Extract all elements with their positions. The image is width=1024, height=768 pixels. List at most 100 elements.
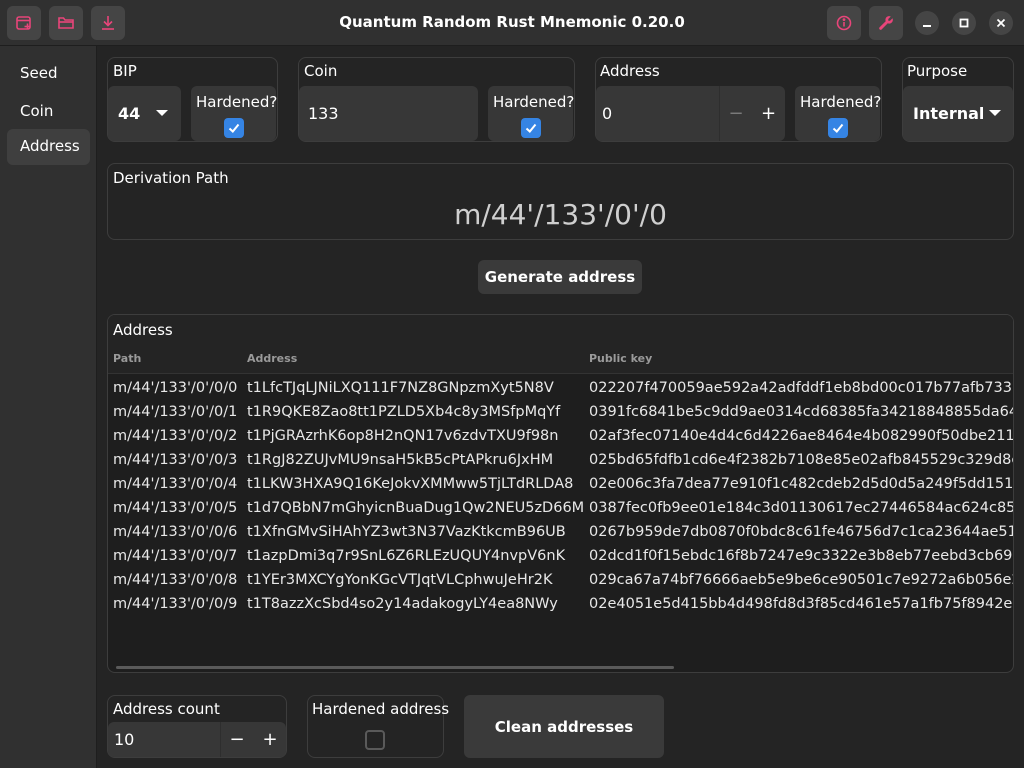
minimize-button[interactable]: [915, 11, 939, 35]
cell-address: t1d7QBbN7mGhyicnBuaDug1Qw2NEU5zD66M: [247, 500, 585, 516]
bip-hardened-checkbox[interactable]: [224, 118, 244, 138]
cell-address: t1azpDmi3q7r9SnL6Z6RLEzUQUY4nvpV6nK: [247, 548, 566, 564]
generate-address-button[interactable]: Generate address: [478, 260, 642, 294]
open-button[interactable]: [49, 6, 83, 40]
coin-value: 133: [308, 104, 339, 123]
cell-path: m/44'/133'/0'/0/0: [113, 380, 238, 396]
table-row[interactable]: m/44'/133'/0'/0/3 t1RgJ82ZUJvMU9nsaH5kB5c…: [108, 449, 1013, 473]
address-table: Address Path Address Public key m/44'/13…: [107, 314, 1014, 673]
table-row[interactable]: m/44'/133'/0'/0/7 t1azpDmi3q7r9SnL6Z6RLEz…: [108, 545, 1013, 569]
about-button[interactable]: [827, 6, 861, 40]
cell-path: m/44'/133'/0'/0/7: [113, 548, 238, 564]
cell-public-key: 025bd65fdfb1cd6e4f2382b7108e85e02afb8455…: [589, 452, 1014, 468]
new-wallet-button[interactable]: [7, 6, 41, 40]
table-title: Address: [113, 321, 173, 339]
table-row[interactable]: m/44'/133'/0'/0/0 t1LfcTJqLJNiLXQ111F7NZ8…: [108, 377, 1013, 401]
hardened-address-label: Hardened address: [312, 700, 450, 718]
cell-path: m/44'/133'/0'/0/1: [113, 404, 238, 420]
hardened-label: Hardened?: [493, 93, 575, 111]
cell-public-key: 02af3fec07140e4d4c6d4226ae8464e4b082990f…: [589, 428, 1014, 444]
table-row[interactable]: m/44'/133'/0'/0/5 t1d7QBbN7mGhyicnBuaDug1…: [108, 497, 1013, 521]
sidebar-item-address[interactable]: Address: [7, 129, 90, 165]
table-row[interactable]: m/44'/133'/0'/0/1 t1R9QKE8Zao8tt1PZLD5Xb4…: [108, 401, 1013, 425]
cell-address: t1T8azzXcSbd4so2y14adakogyLY4ea8NWy: [247, 596, 558, 612]
coin-input[interactable]: 133: [299, 86, 478, 141]
table-row[interactable]: m/44'/133'/0'/0/4 t1LKW3HXA9Q16KeJokvXMMw…: [108, 473, 1013, 497]
column-header-address[interactable]: Address: [247, 352, 297, 365]
cell-public-key: 029ca67a74bf76666aeb5e9be6ce90501c7e9272…: [589, 572, 1014, 588]
table-row[interactable]: m/44'/133'/0'/0/6 t1XfnGMvSiHAhYZ3wt3N37V…: [108, 521, 1013, 545]
cell-address: t1LfcTJqLJNiLXQ111F7NZ8GNpzmXyt5N8V: [247, 380, 554, 396]
address-decrement-button[interactable]: −: [720, 86, 752, 141]
address-hardened-checkbox[interactable]: [828, 118, 848, 138]
minimize-icon: [923, 25, 931, 27]
cell-path: m/44'/133'/0'/0/8: [113, 572, 238, 588]
sidebar-item-label: Address: [20, 137, 80, 155]
cell-path: m/44'/133'/0'/0/9: [113, 596, 238, 612]
wrench-icon: [879, 16, 893, 30]
hardened-label: Hardened?: [196, 93, 278, 111]
table-row[interactable]: m/44'/133'/0'/0/8 t1YEr3MXCYgYonKGcVTJqtV…: [108, 569, 1013, 593]
check-icon: [832, 123, 844, 133]
save-button[interactable]: [91, 6, 125, 40]
address-count-decrement-button[interactable]: −: [221, 722, 253, 757]
chevron-down-icon: [156, 110, 168, 116]
address-index-value: 0: [602, 104, 613, 123]
app-window: Quantum Random Rust Mnemonic 0.20.0 Seed…: [0, 0, 1024, 768]
bip-label: BIP: [113, 62, 137, 80]
sidebar-item-coin[interactable]: Coin: [7, 94, 90, 130]
column-header-path[interactable]: Path: [113, 352, 141, 365]
maximize-icon: [959, 18, 969, 28]
chevron-down-icon: [989, 110, 1001, 116]
close-button[interactable]: [989, 11, 1013, 35]
cell-path: m/44'/133'/0'/0/4: [113, 476, 238, 492]
cell-public-key: 022207f470059ae592a42adfddf1eb8bd00c017b…: [589, 380, 1014, 396]
sidebar-item-label: Seed: [20, 64, 58, 82]
sidebar-item-label: Coin: [20, 102, 54, 120]
table-frame-header: [108, 315, 1013, 343]
purpose-label: Purpose: [907, 62, 968, 80]
clean-addresses-button[interactable]: Clean addresses: [464, 695, 664, 758]
cell-address: t1YEr3MXCYgYonKGcVTJqtVLCphwuJeHr2K: [247, 572, 553, 588]
address-count-value: 10: [114, 730, 135, 749]
cell-address: t1RgJ82ZUJvMU9nsaH5kB5cPtAPkru6JxHM: [247, 452, 554, 468]
purpose-dropdown[interactable]: Internal: [903, 86, 1013, 141]
cell-public-key: 02dcd1f0f15ebdc16f8b7247e9c3322e3b8eb77e…: [589, 548, 1014, 564]
sidebar: Seed Coin Address: [0, 46, 97, 768]
cell-address: t1PjGRAzrhK6op8H2nQN17v6zdvTXU9f98n: [247, 428, 559, 444]
new-wallet-icon: [16, 16, 31, 30]
maximize-button[interactable]: [952, 11, 976, 35]
table-row[interactable]: m/44'/133'/0'/0/2 t1PjGRAzrhK6op8H2nQN17v…: [108, 425, 1013, 449]
cell-path: m/44'/133'/0'/0/6: [113, 524, 238, 540]
cell-path: m/44'/133'/0'/0/5: [113, 500, 238, 516]
bip-dropdown[interactable]: 44: [108, 86, 181, 141]
check-icon: [228, 123, 240, 133]
cell-public-key: 02e4051e5d415bb4d498fd8d3f85cd461e57a1fb…: [589, 596, 1014, 612]
column-header-public-key[interactable]: Public key: [589, 352, 652, 365]
download-icon: [102, 16, 114, 30]
close-icon: [996, 18, 1006, 28]
header-bar: Quantum Random Rust Mnemonic 0.20.0: [0, 0, 1024, 46]
derivation-path-value: m/44'/133'/0'/0: [454, 198, 667, 231]
cell-public-key: 02e006c3fa7dea77e910f1c482cdeb2d5d0d5a24…: [589, 476, 1014, 492]
open-folder-icon: [58, 17, 74, 29]
check-icon: [525, 123, 537, 133]
sidebar-item-seed[interactable]: Seed: [7, 56, 90, 92]
cell-public-key: 0267b959de7db0870f0bdc8c61fe46756d7c1ca2…: [589, 524, 1014, 540]
table-row[interactable]: m/44'/133'/0'/0/9 t1T8azzXcSbd4so2y14adak…: [108, 593, 1013, 617]
settings-button[interactable]: [869, 6, 903, 40]
bip-value: 44: [118, 104, 141, 123]
info-icon: [836, 15, 852, 31]
cell-public-key: 0387fec0fb9ee01e184c3d01130617ec27446584…: [589, 500, 1014, 516]
address-count-increment-button[interactable]: +: [254, 722, 286, 757]
hardened-label: Hardened?: [800, 93, 882, 111]
address-increment-button[interactable]: +: [752, 86, 785, 141]
horizontal-scrollbar[interactable]: [116, 666, 674, 669]
cell-address: t1LKW3HXA9Q16KeJokvXMMww5TjLTdRLDA8: [247, 476, 574, 492]
cell-public-key: 0391fc6841be5c9dd9ae0314cd68385fa3421884…: [589, 404, 1014, 420]
hardened-address-checkbox[interactable]: [365, 730, 385, 750]
address-label: Address: [600, 62, 660, 80]
coin-hardened-checkbox[interactable]: [521, 118, 541, 138]
address-count-label: Address count: [113, 700, 220, 718]
coin-label: Coin: [304, 62, 338, 80]
